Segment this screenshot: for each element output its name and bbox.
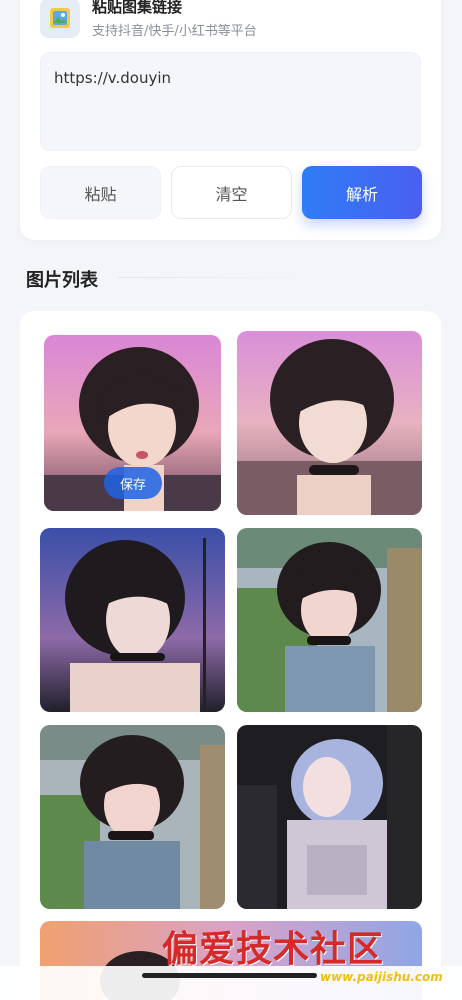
- link-input-card: 粘贴图集链接 支持抖音/快手/小红书等平台 https://v.douyin 粘…: [20, 0, 441, 240]
- image-album-icon: [40, 0, 80, 38]
- photo-3: [40, 528, 225, 712]
- photo-2: [237, 331, 422, 515]
- image-tile-2[interactable]: [237, 331, 422, 515]
- parse-button[interactable]: 解析: [302, 166, 422, 219]
- image-tile-5[interactable]: [40, 725, 225, 909]
- photo-6: [237, 725, 422, 909]
- card-header: 粘贴图集链接 支持抖音/快手/小红书等平台: [40, 0, 257, 40]
- link-textarea[interactable]: https://v.douyin: [40, 52, 421, 151]
- image-list-card: 保存: [20, 311, 441, 1000]
- photo-5: [40, 725, 225, 909]
- watermark-url: www.paijishu.com: [320, 970, 443, 984]
- header-text: 粘贴图集链接 支持抖音/快手/小红书等平台: [92, 0, 257, 40]
- image-tile-4[interactable]: [237, 528, 422, 712]
- paste-button[interactable]: 粘贴: [40, 166, 161, 219]
- card-subtitle: 支持抖音/快手/小红书等平台: [92, 24, 257, 39]
- section-divider: [118, 277, 318, 278]
- image-tile-6[interactable]: [237, 725, 422, 909]
- photo-4: [237, 528, 422, 712]
- clear-button[interactable]: 清空: [171, 166, 292, 219]
- watermark-title: 偏爱技术社区: [162, 928, 385, 970]
- save-button[interactable]: 保存: [104, 467, 162, 499]
- watermark-logo: 偏爱技术社区 www.paijishu.com: [162, 918, 462, 988]
- section-title: 图片列表: [26, 270, 98, 291]
- card-title: 粘贴图集链接: [92, 0, 183, 16]
- page: 粘贴图集链接 支持抖音/快手/小红书等平台 https://v.douyin 粘…: [0, 0, 462, 1000]
- link-textarea-value: https://v.douyin: [54, 69, 172, 87]
- image-tile-3[interactable]: [40, 528, 225, 712]
- image-tile-1[interactable]: 保存: [44, 335, 221, 511]
